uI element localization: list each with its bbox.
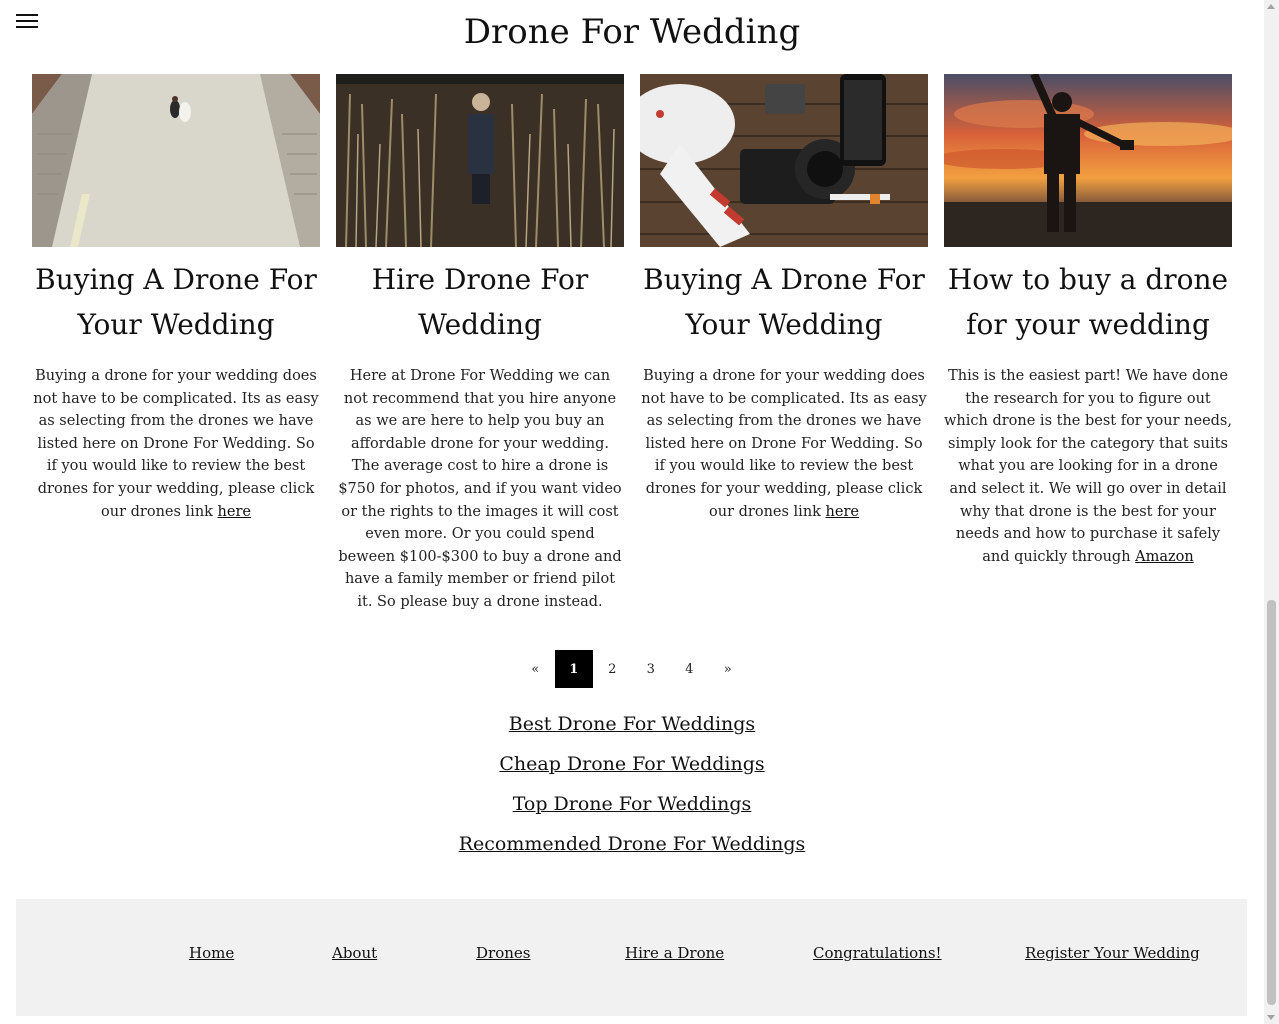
related-links: Best Drone For Weddings Cheap Drone For … bbox=[0, 704, 1264, 864]
post-title[interactable]: Buying A Drone For Your Wedding bbox=[32, 257, 320, 347]
post-excerpt: Here at Drone For Wedding we can not rec… bbox=[338, 368, 622, 610]
post-card: How to buy a drone for your wedding This… bbox=[944, 74, 1232, 614]
post-title[interactable]: How to buy a drone for your wedding bbox=[944, 257, 1232, 347]
post-excerpt: Buying a drone for your wedding does not… bbox=[33, 368, 319, 520]
footer-link-drones[interactable]: Drones bbox=[476, 944, 530, 962]
vertical-scrollbar[interactable] bbox=[1264, 0, 1279, 1024]
page-1-button[interactable]: 1 bbox=[554, 650, 593, 688]
man-flying-drone-image[interactable] bbox=[944, 74, 1232, 247]
post-grid: Buying A Drone For Your Wedding Buying a… bbox=[32, 74, 1232, 614]
post-card: Buying A Drone For Your Wedding Buying a… bbox=[640, 74, 928, 614]
post-excerpt: This is the easiest part! We have done t… bbox=[944, 368, 1232, 565]
person-in-grass-image[interactable] bbox=[336, 74, 624, 247]
post-card: Buying A Drone For Your Wedding Buying a… bbox=[32, 74, 320, 614]
page-2-button[interactable]: 2 bbox=[593, 650, 632, 688]
footer-link-home[interactable]: Home bbox=[189, 944, 234, 962]
couple-on-stairs-image[interactable] bbox=[32, 74, 320, 247]
cheap-drone-link[interactable]: Cheap Drone For Weddings bbox=[0, 744, 1264, 784]
site-title[interactable]: Drone For Wedding bbox=[0, 12, 1264, 52]
drone-and-camera-image[interactable] bbox=[640, 74, 928, 247]
post-excerpt: Buying a drone for your wedding does not… bbox=[641, 368, 927, 520]
post-title[interactable]: Buying A Drone For Your Wedding bbox=[640, 257, 928, 347]
page-4-button[interactable]: 4 bbox=[670, 650, 709, 688]
footer: Home About Drones Hire a Drone Congratul… bbox=[16, 899, 1247, 1016]
post-card: Hire Drone For Wedding Here at Drone For… bbox=[336, 74, 624, 614]
drones-link[interactable]: here bbox=[218, 504, 251, 520]
footer-link-hire-a-drone[interactable]: Hire a Drone bbox=[625, 944, 724, 962]
drones-link[interactable]: here bbox=[826, 504, 859, 520]
scrollbar-thumb[interactable] bbox=[1267, 600, 1276, 1005]
footer-link-congratulations[interactable]: Congratulations! bbox=[813, 944, 942, 962]
post-title[interactable]: Hire Drone For Wedding bbox=[336, 257, 624, 347]
next-page-button[interactable]: » bbox=[709, 650, 748, 688]
pagination: « 1 2 3 4 » bbox=[516, 650, 747, 688]
scroll-up-arrow-icon[interactable] bbox=[1267, 4, 1275, 9]
page-3-button[interactable]: 3 bbox=[632, 650, 671, 688]
scroll-down-arrow-icon[interactable] bbox=[1267, 1015, 1275, 1020]
amazon-link[interactable]: Amazon bbox=[1135, 549, 1194, 565]
best-drone-link[interactable]: Best Drone For Weddings bbox=[0, 704, 1264, 744]
recommended-drone-link[interactable]: Recommended Drone For Weddings bbox=[0, 824, 1264, 864]
top-drone-link[interactable]: Top Drone For Weddings bbox=[0, 784, 1264, 824]
footer-link-register-your-wedding[interactable]: Register Your Wedding bbox=[1025, 944, 1200, 962]
prev-page-button[interactable]: « bbox=[516, 650, 555, 688]
footer-link-about[interactable]: About bbox=[332, 944, 377, 962]
